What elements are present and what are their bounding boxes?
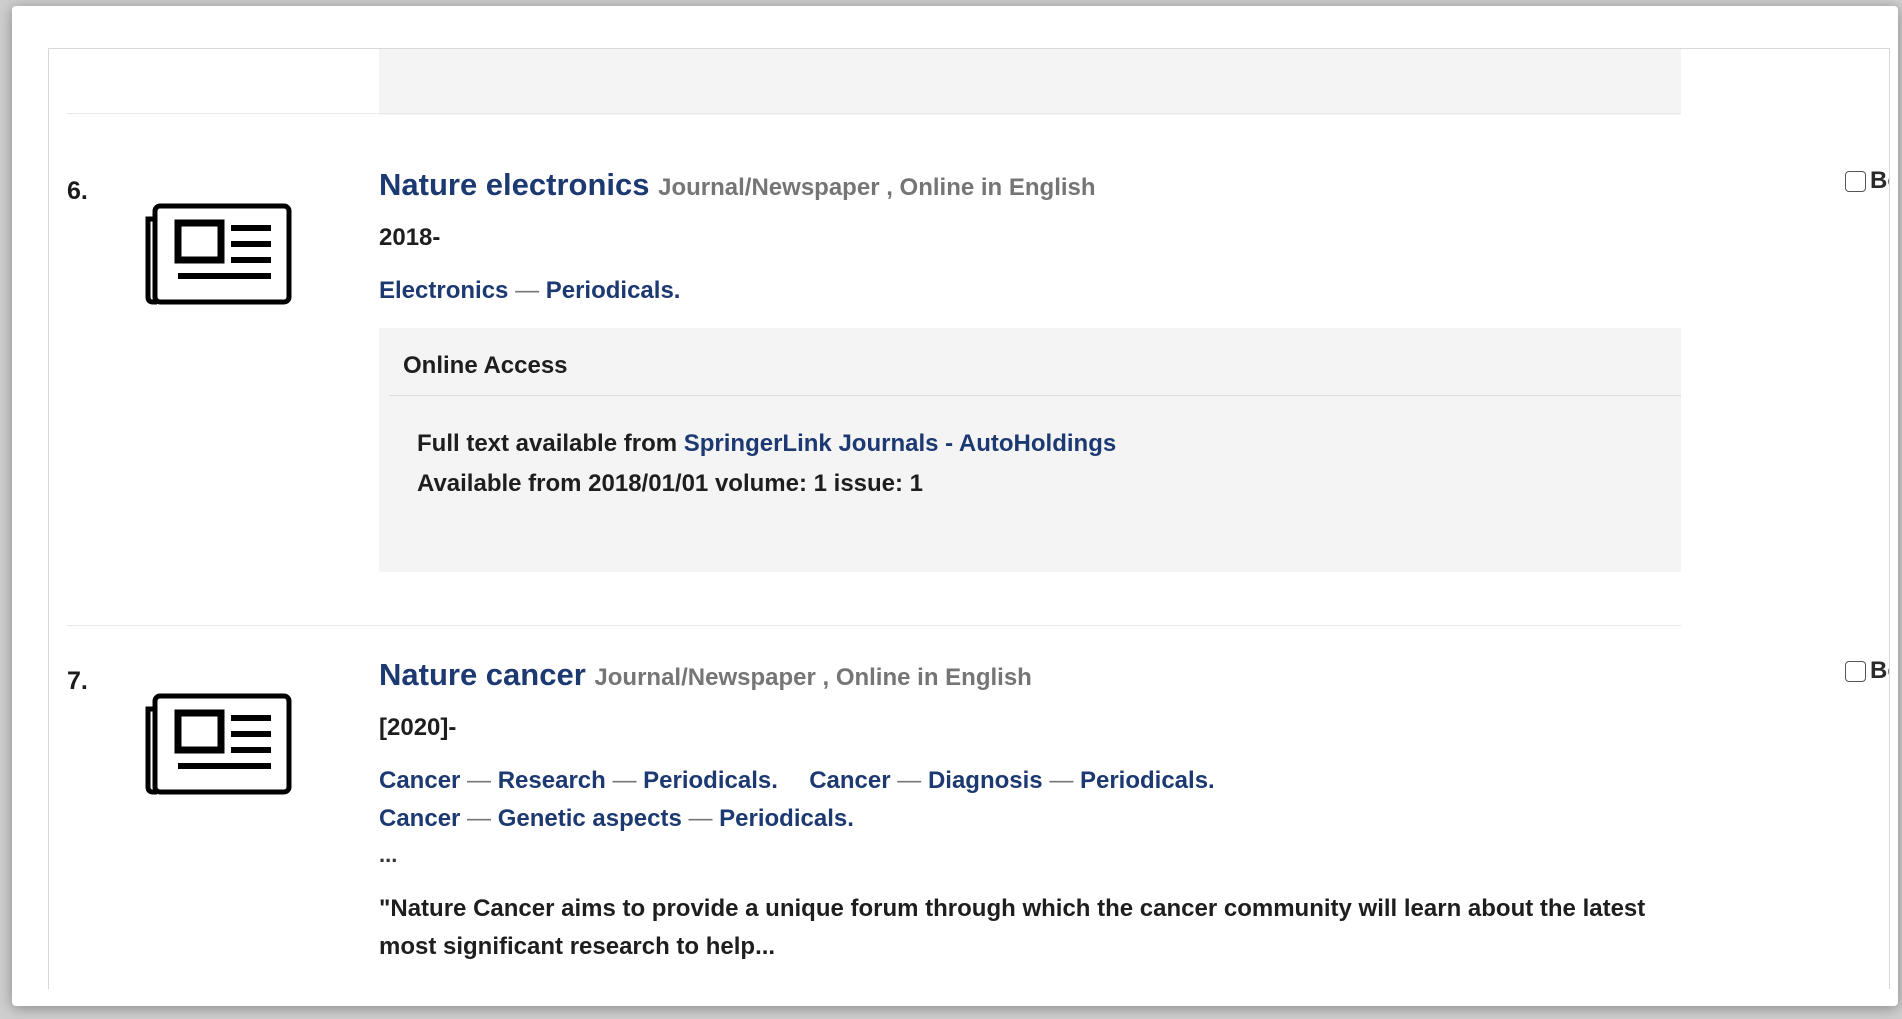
subject-link[interactable]: Genetic aspects: [498, 805, 682, 832]
subject-link[interactable]: Periodicals.: [1080, 767, 1215, 794]
subject-link[interactable]: Cancer: [379, 805, 460, 832]
springerlink-link[interactable]: SpringerLink Journals - AutoHoldings: [684, 430, 1116, 457]
online-access-details: Full text available from SpringerLink Jo…: [417, 424, 1116, 504]
subject-separator: —: [467, 767, 498, 794]
availability-text: Available from 2018/01/01 volume: 1 issu…: [417, 470, 924, 497]
subject-link[interactable]: Electronics: [379, 277, 508, 304]
subject-link[interactable]: Research: [498, 767, 606, 794]
previous-result-panel: [379, 49, 1681, 115]
format-label: Journal/Newspaper , Online in English: [658, 174, 1096, 201]
full-text-prefix: Full text available from: [417, 430, 684, 457]
online-access-heading: Online Access: [389, 328, 1681, 396]
bookmark-toggle[interactable]: Bookmark: [1845, 167, 1889, 195]
online-access-panel: Online Access Full text available from S…: [379, 328, 1681, 572]
publication-date: [2020]-: [379, 714, 457, 741]
result-body: Nature cancer Journal/Newspaper , Online…: [379, 655, 1889, 966]
subject-link[interactable]: Periodicals.: [546, 277, 681, 304]
result-separator: [67, 113, 1681, 114]
subject-link[interactable]: Cancer: [809, 767, 890, 794]
result-title-link[interactable]: Nature cancer: [379, 657, 586, 692]
subject-link[interactable]: Cancer: [379, 767, 460, 794]
subject-link[interactable]: Diagnosis: [928, 767, 1043, 794]
result-summary: "Nature Cancer aims to provide a unique …: [379, 895, 1646, 960]
bookmark-label: Bookmark: [1870, 167, 1889, 194]
subject-separator: —: [897, 767, 928, 794]
bookmark-checkbox[interactable]: [1845, 660, 1866, 682]
newspaper-icon: [145, 203, 295, 310]
more-subjects-ellipsis[interactable]: ...: [379, 842, 1681, 868]
subject-link[interactable]: Periodicals.: [719, 805, 854, 832]
bookmark-checkbox[interactable]: [1845, 170, 1866, 192]
newspaper-icon: [145, 693, 295, 800]
subject-separator: —: [688, 805, 720, 832]
title-line: Nature cancer Journal/Newspaper , Online…: [379, 655, 1681, 698]
browser-window: 6. Nature electronics Journal/Newspaper …: [12, 6, 1898, 1006]
subject-headings: Electronics — Periodicals.: [379, 272, 1681, 310]
search-results-page: 6. Nature electronics Journal/Newspaper …: [48, 48, 1890, 989]
result-separator: [67, 625, 1681, 626]
result-number: 7.: [67, 667, 88, 695]
publication-date: 2018-: [379, 224, 441, 251]
title-line: Nature electronics Journal/Newspaper , O…: [379, 165, 1681, 208]
result-title-link[interactable]: Nature electronics: [379, 167, 650, 202]
subject-separator: —: [1049, 767, 1080, 794]
subject-separator: —: [515, 277, 546, 304]
subject-separator: —: [612, 767, 644, 794]
result-number: 6.: [67, 177, 88, 205]
subject-headings: Cancer — Research — Periodicals. Cancer …: [379, 762, 1681, 838]
subject-separator: —: [467, 805, 498, 832]
bookmark-label: Bookmark: [1870, 657, 1889, 684]
bookmark-toggle[interactable]: Bookmark: [1845, 657, 1889, 685]
format-label: Journal/Newspaper , Online in English: [594, 664, 1032, 691]
result-body: Nature electronics Journal/Newspaper , O…: [379, 165, 1889, 572]
subject-link[interactable]: Periodicals.: [643, 767, 778, 794]
